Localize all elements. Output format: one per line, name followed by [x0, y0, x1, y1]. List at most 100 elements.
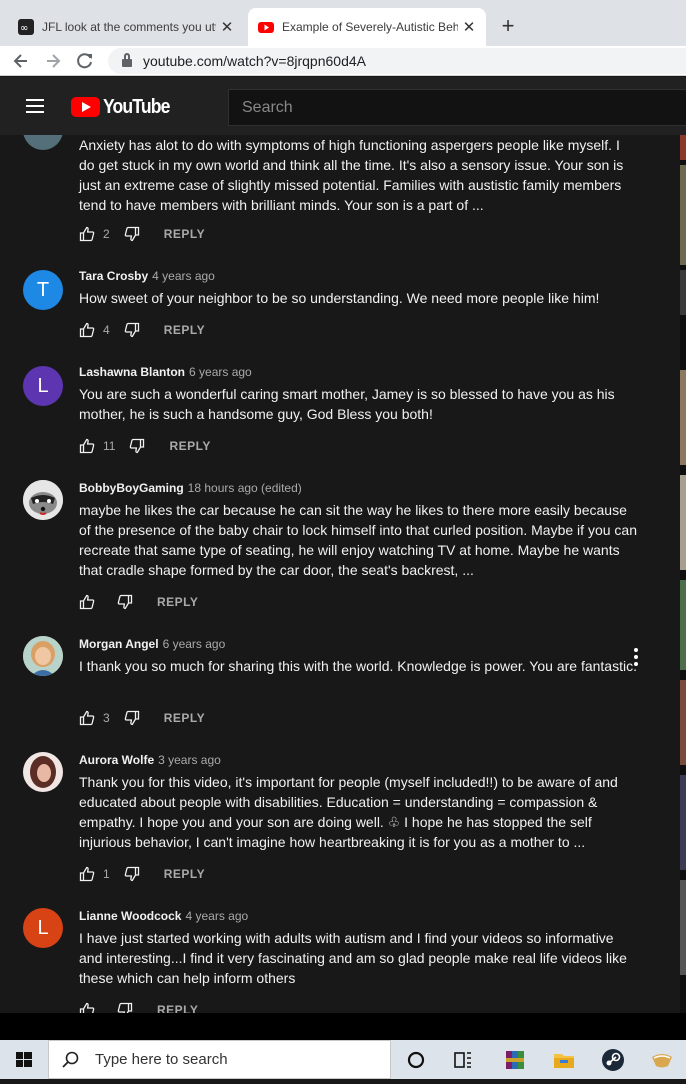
reply-button[interactable]: REPLY: [164, 711, 205, 725]
thumbs-up-icon[interactable]: [79, 322, 95, 338]
user-photo-icon: [23, 752, 63, 792]
comment-meta: BobbyBoyGaming 18 hours ago (edited): [79, 480, 639, 496]
new-tab-button[interactable]: +: [496, 14, 520, 38]
windows-start-icon[interactable]: [0, 1040, 48, 1079]
avatar[interactable]: L: [23, 908, 63, 948]
avatar[interactable]: T: [23, 270, 63, 310]
comment-actions: 2 REPLY: [79, 224, 205, 244]
comment-actions: 11 REPLY: [79, 436, 211, 456]
thumbs-up-icon[interactable]: [79, 710, 95, 726]
comment-author[interactable]: Lashawna Blanton: [79, 365, 185, 379]
reply-button[interactable]: REPLY: [157, 1003, 198, 1013]
close-tab-icon[interactable]: ✕: [458, 18, 480, 36]
youtube-header: YouTube: [0, 77, 686, 135]
svg-text:∞: ∞: [20, 23, 28, 34]
thumbs-up-icon[interactable]: [79, 1002, 95, 1013]
url-text: youtube.com/watch?v=8jrqpn60d4A: [143, 53, 366, 69]
reply-button[interactable]: REPLY: [169, 439, 210, 453]
comment-meta: Tara Crosby 4 years ago: [79, 268, 639, 284]
site-favicon-icon: ∞: [18, 19, 34, 35]
avatar[interactable]: L: [23, 366, 63, 406]
comment-actions: 3 REPLY: [79, 708, 205, 728]
thumbs-down-icon[interactable]: [124, 322, 140, 338]
search-box: [228, 89, 686, 126]
winrar-icon[interactable]: [503, 1048, 527, 1072]
browser-tab-strip: ∞ JFL look at the comments you utt ✕ Exa…: [0, 0, 686, 46]
like-count: 4: [103, 323, 110, 337]
cortana-icon[interactable]: [404, 1048, 428, 1072]
tab-title: Example of Severely-Autistic Beh: [282, 20, 458, 34]
avatar[interactable]: [23, 752, 63, 792]
tab-jfl[interactable]: ∞ JFL look at the comments you utt ✕: [8, 8, 244, 46]
comment-text: I have just started working with adults …: [79, 930, 627, 986]
thumbs-down-icon[interactable]: [117, 594, 133, 610]
comment-time[interactable]: 18 hours ago (edited): [188, 481, 302, 495]
task-view-icon[interactable]: [451, 1048, 475, 1072]
comment-body: BobbyBoyGaming 18 hours ago (edited) mayb…: [79, 480, 639, 580]
raccoon-avatar-icon: [23, 480, 63, 520]
more-options-icon[interactable]: [630, 648, 642, 666]
thumbs-down-icon[interactable]: [124, 710, 140, 726]
comment-actions: REPLY: [79, 592, 198, 612]
comment-text: How sweet of your neighbor to be so unde…: [79, 290, 600, 306]
comment-author[interactable]: Tara Crosby: [79, 269, 148, 283]
thumbs-up-icon[interactable]: [79, 866, 95, 882]
thumbs-up-icon[interactable]: [79, 438, 95, 454]
comment-author[interactable]: Morgan Angel: [79, 637, 159, 651]
comment-text: You are such a wonderful caring smart mo…: [79, 386, 615, 422]
comment-time[interactable]: 4 years ago: [185, 909, 248, 923]
tab-youtube[interactable]: Example of Severely-Autistic Beh ✕: [248, 8, 486, 46]
pinned-app-icon[interactable]: [650, 1048, 674, 1072]
like-count: 3: [103, 711, 110, 725]
comment-body: Lashawna Blanton 6 years ago You are such…: [79, 364, 639, 424]
search-input[interactable]: [229, 90, 686, 125]
steam-icon[interactable]: [601, 1048, 625, 1072]
comment-meta: Lashawna Blanton 6 years ago: [79, 364, 639, 380]
comment-author[interactable]: BobbyBoyGaming: [79, 481, 184, 495]
url-field[interactable]: youtube.com/watch?v=8jrqpn60d4A: [108, 48, 686, 74]
comment-meta: Aurora Wolfe 3 years ago: [79, 752, 639, 768]
reload-icon[interactable]: [74, 50, 96, 72]
comment-time[interactable]: 4 years ago: [152, 269, 215, 283]
page-bottom-bar: [0, 1013, 686, 1040]
thumbs-down-icon[interactable]: [129, 438, 145, 454]
avatar[interactable]: [23, 480, 63, 520]
comment-time[interactable]: 6 years ago: [163, 637, 226, 651]
sidebar-thumbnails-strip[interactable]: [680, 135, 686, 1013]
avatar[interactable]: [23, 636, 63, 676]
taskbar-search-box[interactable]: Type here to search: [48, 1040, 391, 1079]
menu-hamburger-icon[interactable]: [26, 99, 44, 113]
reply-button[interactable]: REPLY: [164, 323, 205, 337]
close-tab-icon[interactable]: ✕: [216, 18, 238, 36]
comment-body: Lianne Woodcock 4 years ago I have just s…: [79, 908, 639, 988]
reply-button[interactable]: REPLY: [164, 867, 205, 881]
user-photo-icon: [23, 636, 63, 676]
thumbs-up-icon[interactable]: [79, 594, 95, 610]
comment-time[interactable]: 3 years ago: [158, 753, 221, 767]
thumbs-down-icon[interactable]: [124, 226, 140, 242]
comment-body: Anxiety has alot to do with symptoms of …: [79, 135, 639, 215]
file-explorer-icon[interactable]: [552, 1048, 576, 1072]
like-count: 2: [103, 227, 110, 241]
comment-time[interactable]: 6 years ago: [189, 365, 252, 379]
forward-arrow-icon[interactable]: [42, 50, 64, 72]
comment-author[interactable]: Aurora Wolfe: [79, 753, 154, 767]
thumbs-down-icon[interactable]: [117, 1002, 133, 1013]
avatar[interactable]: [23, 135, 63, 150]
windows-taskbar: Type here to search: [0, 1040, 686, 1079]
tab-title: JFL look at the comments you utt: [42, 20, 216, 34]
back-arrow-icon[interactable]: [10, 50, 32, 72]
address-bar: youtube.com/watch?v=8jrqpn60d4A: [0, 46, 686, 76]
comment-text: I thank you so much for sharing this wit…: [79, 658, 637, 674]
comment-author[interactable]: Lianne Woodcock: [79, 909, 181, 923]
youtube-logo[interactable]: YouTube: [71, 96, 179, 118]
comments-section: Anxiety has alot to do with symptoms of …: [0, 135, 680, 1013]
reply-button[interactable]: REPLY: [157, 595, 198, 609]
reply-button[interactable]: REPLY: [164, 227, 205, 241]
taskbar-search-placeholder: Type here to search: [95, 1051, 228, 1068]
thumbs-down-icon[interactable]: [124, 866, 140, 882]
thumbs-up-icon[interactable]: [79, 226, 95, 242]
lock-icon: [122, 53, 132, 67]
comment-body: Tara Crosby 4 years ago How sweet of your…: [79, 268, 639, 308]
comment-actions: REPLY: [79, 1000, 198, 1013]
